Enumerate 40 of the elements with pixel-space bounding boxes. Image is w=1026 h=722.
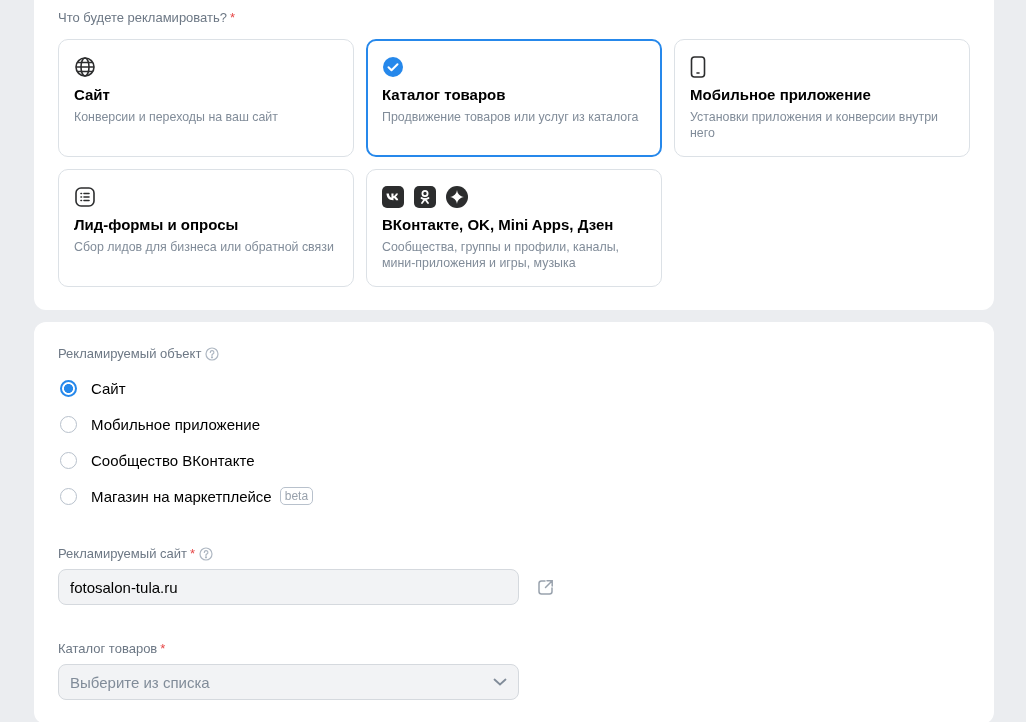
card-title: Лид-формы и опросы [74, 215, 240, 234]
radio-button[interactable] [60, 379, 77, 397]
card-description: Продвижение товаров или услуг из каталога [382, 109, 640, 125]
vk-logo-icon [382, 186, 404, 208]
sparkle-logo-icon [446, 186, 468, 208]
option-card[interactable]: Каталог товаров Продвижение товаров или услуг из каталога [366, 39, 662, 157]
phone-icon [690, 56, 706, 78]
option-card[interactable]: ВКонтакте, OK, Mini Apps, Дзен Сообщества, группы и профили, каналы, мини-приложения и игры, музыка [366, 169, 662, 287]
option-card[interactable]: Сайт Конверсии и переходы на ваш сайт [58, 39, 354, 157]
checkmark-icon [382, 56, 404, 78]
field-label: Рекламируемый объект [58, 346, 202, 362]
chevron-down-icon [493, 678, 507, 686]
card-description: Конверсии и переходы на ваш сайт [74, 109, 279, 125]
option-card[interactable]: Мобильное приложение Установки приложения и конверсии внутри него [674, 39, 970, 157]
globe-icon [74, 56, 96, 78]
external-link-icon[interactable] [537, 578, 554, 596]
card-title: Каталог товаров [382, 85, 507, 104]
field-label: Рекламируемый сайт [58, 546, 187, 562]
radio-label[interactable]: Магазин на маркетплейсе [91, 487, 272, 505]
required-asterisk: * [189, 546, 195, 562]
option-card[interactable]: Лид-формы и опросы Сбор лидов для бизнеса или обратной связи [58, 169, 354, 287]
radio-label[interactable]: Сайт [91, 379, 126, 397]
help-icon[interactable] [199, 547, 213, 561]
radio-label[interactable]: Мобильное приложение [91, 415, 260, 433]
radio-label[interactable]: Сообщество ВКонтакте [91, 451, 255, 469]
required-asterisk: * [230, 10, 236, 26]
help-icon[interactable] [205, 347, 220, 361]
beta-badge: beta [279, 487, 314, 505]
field-label: Каталог товаров [58, 641, 158, 657]
site-input-field[interactable]: fotosalon-tula.ru [58, 569, 519, 605]
card-title: Мобильное приложение [690, 85, 872, 104]
ok-logo-icon [414, 186, 436, 208]
card-title: ВКонтакте, OK, Mini Apps, Дзен [382, 215, 615, 234]
card-description: Установки приложения и конверсии внутри него [690, 109, 939, 141]
list-icon [74, 186, 96, 208]
required-asterisk: * [160, 641, 166, 657]
card-description: Сбор лидов для бизнеса или обратной связи [74, 239, 335, 255]
card-description: Сообщества, группы и профили, каналы, мини-приложения и игры, музыка [382, 239, 620, 271]
card-title: Сайт [74, 85, 111, 104]
field-label: Что будете рекламировать? [58, 10, 227, 26]
